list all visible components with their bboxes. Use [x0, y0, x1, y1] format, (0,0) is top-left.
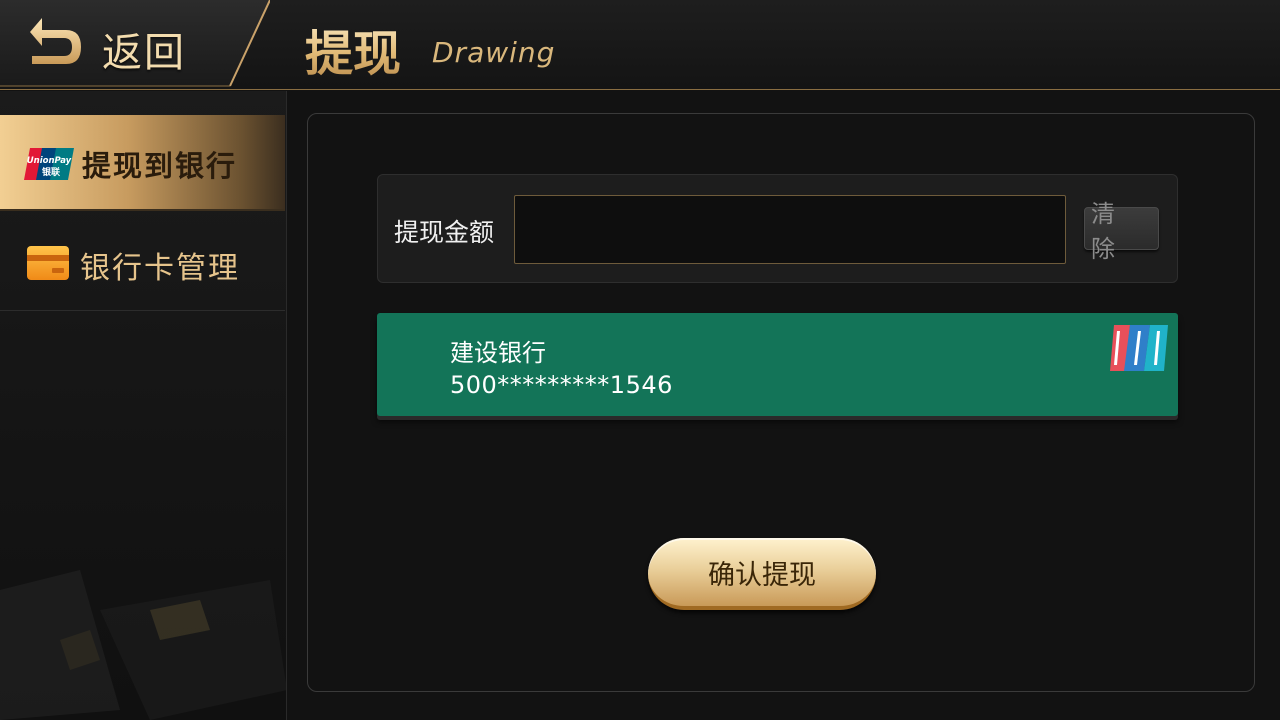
bank-name: 建设银行 [450, 339, 546, 367]
svg-text:UnionPay: UnionPay [27, 156, 72, 166]
header-bar: 返回 提现 Drawing [0, 0, 1280, 90]
page-subtitle: Drawing [432, 36, 556, 69]
card-number: 500*********1546 [450, 371, 673, 399]
svg-text:银联: 银联 [42, 166, 61, 178]
back-button[interactable]: 返回 [0, 0, 280, 88]
sidebar-item-label: 提现到银行 [82, 149, 238, 183]
clear-button[interactable]: 清 除 [1084, 200, 1159, 263]
back-label: 返回 [102, 30, 186, 76]
bank-card-icon [27, 246, 69, 280]
amount-row: 提现金额 清 除 [377, 174, 1178, 283]
sidebar-item-label: 银行卡管理 [80, 251, 240, 286]
bank-logo-icon [1110, 325, 1168, 371]
sidebar: UnionPay 银联 提现到银行 银行卡管理 [0, 91, 287, 720]
back-arrow-icon [30, 18, 81, 64]
withdraw-page: 返回 提现 Drawing UnionPay 银联 提现到银行 银行卡管理 提现… [0, 0, 1280, 720]
sidebar-item-card-management[interactable]: 银行卡管理 [0, 215, 285, 311]
sidebar-item-withdraw-to-bank[interactable]: UnionPay 银联 提现到银行 [0, 115, 285, 211]
page-title: 提现 [305, 14, 401, 84]
decorative-cards-image [0, 570, 286, 720]
amount-input[interactable] [514, 195, 1066, 264]
amount-label: 提现金额 [394, 218, 495, 247]
confirm-withdraw-button[interactable]: 确认提现 [648, 538, 876, 610]
bank-card-item[interactable]: 建设银行 500*********1546 [377, 313, 1178, 416]
unionpay-icon: UnionPay 银联 [24, 148, 74, 180]
